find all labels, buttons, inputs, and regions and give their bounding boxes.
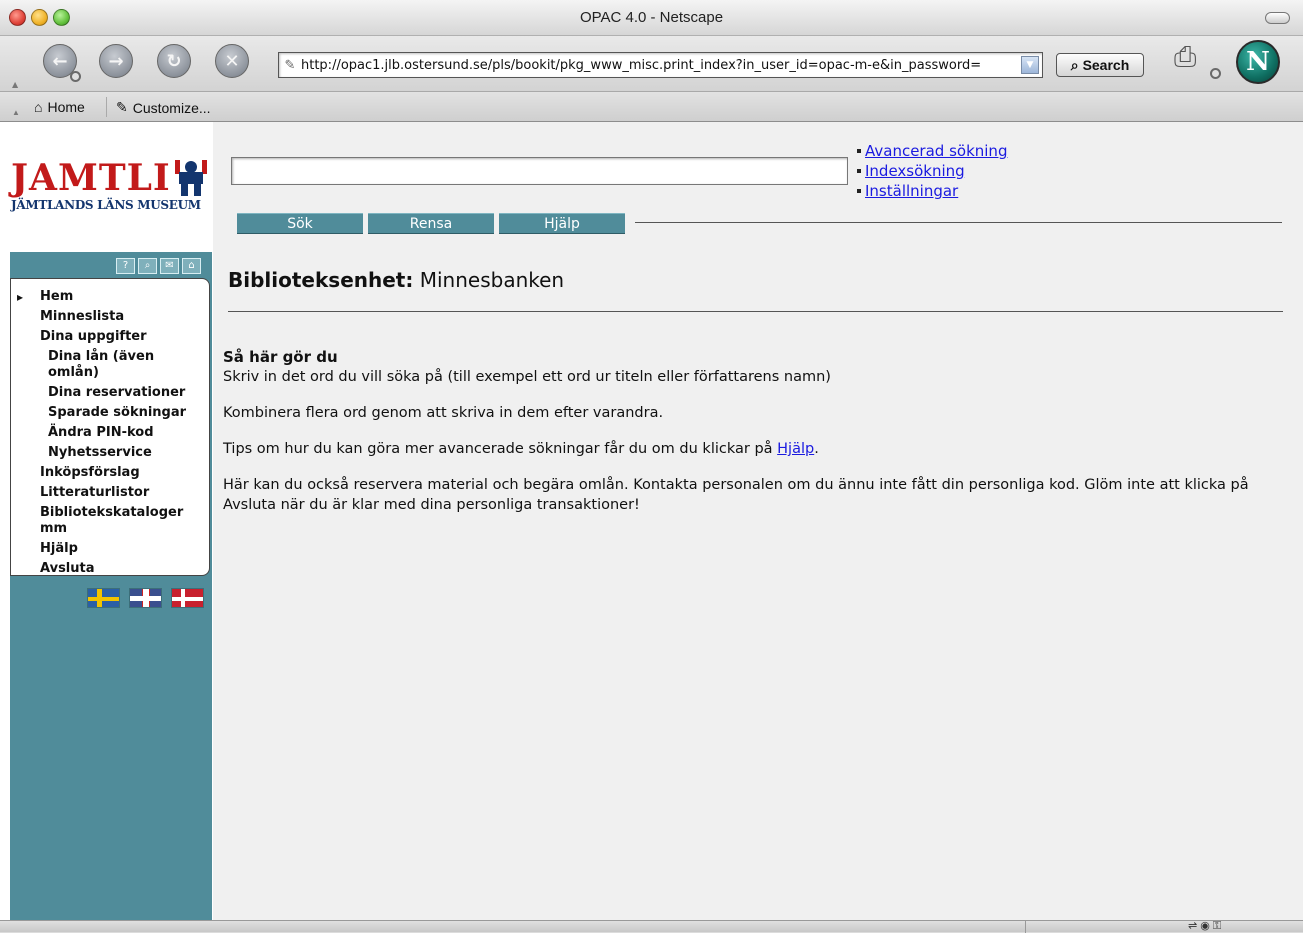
rensa-button[interactable]: Rensa xyxy=(368,213,494,234)
back-history-icon[interactable] xyxy=(70,71,81,82)
divider xyxy=(635,222,1282,223)
sidebar-item-avsluta[interactable]: Avsluta xyxy=(11,561,211,577)
collapse-personal-toolbar-icon[interactable]: ▲ xyxy=(12,108,20,117)
hjalp-button[interactable]: Hjälp xyxy=(499,213,625,234)
instructions-paragraph: Kombinera flera ord genom att skriva in … xyxy=(223,405,664,421)
home-icon: ⌂ xyxy=(34,99,43,115)
security-icon: ◉ xyxy=(1200,919,1213,932)
status-icons: ⇌◉⚿ xyxy=(1188,919,1224,933)
customize-icon: ✎ xyxy=(116,99,128,115)
sidebar-item-hjalp[interactable]: Hjälp xyxy=(11,541,211,557)
stop-button[interactable]: ✕ xyxy=(215,44,249,78)
forward-arrow-icon: → xyxy=(108,50,124,72)
left-column: JAMTLI JÄMTLANDS LÄNS MUSEUM ? ⌕ ✉ ⌂ ▸ H… xyxy=(0,122,213,920)
collapse-toolbar-icon[interactable]: ▲ xyxy=(12,80,18,89)
sidebar-item-hem[interactable]: Hem xyxy=(11,289,211,305)
connection-icon: ⇌ xyxy=(1188,919,1201,932)
page-proxy-icon: ✎ xyxy=(284,57,296,73)
lock-icon: ⚿ xyxy=(1212,919,1225,932)
instructions-paragraph: Här kan du också reservera material och … xyxy=(223,477,1249,513)
danish-flag-icon[interactable] xyxy=(171,588,204,608)
browser-window: OPAC 4.0 - Netscape ▲ ← → ↻ ✕ ✎ ▼ ⌕ Sear… xyxy=(0,0,1303,933)
language-flags xyxy=(87,588,204,608)
sok-button[interactable]: Sök xyxy=(237,213,363,234)
url-input[interactable] xyxy=(301,57,1021,73)
sidebar-item-andra-pin-kod[interactable]: Ändra PIN-kod xyxy=(11,425,211,441)
status-bar: ⇌◉⚿ xyxy=(0,919,1303,933)
magnifier-icon: ⌕ xyxy=(1070,56,1079,73)
page-title-value: Minnesbanken xyxy=(419,268,565,292)
index-search-link[interactable]: Indexsökning xyxy=(865,161,965,181)
jamtli-logo[interactable]: JAMTLI JÄMTLANDS LÄNS MUSEUM xyxy=(11,158,207,212)
netscape-logo-icon[interactable]: N xyxy=(1236,40,1280,84)
sidebar-menu: Hem Minneslista Dina uppgifter Dina lån … xyxy=(11,289,211,581)
instructions: Så här gör du Skriv in det ord du vill s… xyxy=(223,347,1293,531)
english-flag-icon[interactable] xyxy=(129,588,162,608)
sidebar-item-bibliotekskataloger[interactable]: Bibliotekskataloger mm xyxy=(11,505,183,537)
search-button[interactable]: ⌕ Search xyxy=(1056,53,1144,77)
home-bookmark[interactable]: ⌂ Home xyxy=(34,99,85,115)
title-bar: OPAC 4.0 - Netscape xyxy=(0,0,1303,36)
reload-button[interactable]: ↻ xyxy=(157,44,191,78)
sidebar-item-nyhetsservice[interactable]: Nyhetsservice xyxy=(11,445,211,461)
sidebar-item-dina-uppgifter[interactable]: Dina uppgifter xyxy=(11,329,211,345)
page-content: JAMTLI JÄMTLANDS LÄNS MUSEUM ? ⌕ ✉ ⌂ ▸ H… xyxy=(0,122,1303,920)
link-advanced-search-item: Avancerad sökning xyxy=(857,141,1007,161)
catalog-search-input[interactable] xyxy=(231,157,848,185)
stop-icon: ✕ xyxy=(224,50,240,72)
page-title-label: Biblioteksenhet: xyxy=(228,268,414,292)
sidebar-menu-box: Hem Minneslista Dina uppgifter Dina lån … xyxy=(10,278,210,576)
toolbar-separator xyxy=(106,97,107,117)
page-title: Biblioteksenhet: Minnesbanken xyxy=(228,268,564,292)
url-bar[interactable]: ✎ ▼ xyxy=(278,52,1043,78)
navigation-toolbar: ▲ ← → ↻ ✕ ✎ ▼ ⌕ Search ⎙ N xyxy=(0,36,1303,92)
link-settings-item: Inställningar xyxy=(857,181,1007,201)
search-icon[interactable]: ⌕ xyxy=(138,258,157,274)
search-links: Avancerad sökning Indexsökning Inställni… xyxy=(857,141,1007,201)
instructions-paragraph: Skriv in det ord du vill söka på (till e… xyxy=(223,369,831,385)
search-button-row: Sök Rensa Hjälp xyxy=(237,213,625,234)
help-link[interactable]: Hjälp xyxy=(777,441,814,457)
divider xyxy=(228,311,1283,312)
sidebar-item-dina-reservationer[interactable]: Dina reservationer xyxy=(11,385,211,401)
search-button-label: Search xyxy=(1082,57,1130,73)
logo-figure-icon xyxy=(175,160,207,196)
personal-toolbar: ▲ ⌂ Home ✎ Customize... xyxy=(0,92,1303,122)
customize-bookmark-label: Customize... xyxy=(132,99,211,116)
tips-text-end: . xyxy=(814,441,819,457)
logo-subtitle: JÄMTLANDS LÄNS MUSEUM xyxy=(11,198,201,212)
sidebar-item-inkopsforslag[interactable]: Inköpsförslag xyxy=(11,465,211,481)
print-menu-icon[interactable] xyxy=(1210,68,1221,79)
home-bookmark-label: Home xyxy=(47,99,85,115)
instructions-title: Så här gör du xyxy=(223,348,338,366)
mail-icon[interactable]: ✉ xyxy=(160,258,179,274)
sidebar-item-litteraturlistor[interactable]: Litteraturlistor xyxy=(11,485,211,501)
advanced-search-link[interactable]: Avancerad sökning xyxy=(865,141,1007,161)
window-title: OPAC 4.0 - Netscape xyxy=(579,9,724,26)
status-divider xyxy=(1025,921,1026,933)
main-area: Avancerad sökning Indexsökning Inställni… xyxy=(213,122,1303,920)
home-icon[interactable]: ⌂ xyxy=(182,258,201,274)
sidebar-item-minneslista[interactable]: Minneslista xyxy=(11,309,211,325)
url-history-dropdown-icon[interactable]: ▼ xyxy=(1021,56,1039,74)
swedish-flag-icon[interactable] xyxy=(87,588,120,608)
sidebar-item-sparade-sokningar[interactable]: Sparade sökningar xyxy=(11,405,211,421)
help-icon[interactable]: ? xyxy=(116,258,135,274)
instructions-paragraph: Tips om hur du kan göra mer avancerade s… xyxy=(223,439,1293,459)
reload-icon: ↻ xyxy=(166,50,182,72)
tips-text: Tips om hur du kan göra mer avancerade s… xyxy=(223,441,778,457)
toolbar-toggle-button[interactable] xyxy=(1265,12,1290,24)
forward-button[interactable]: → xyxy=(99,44,133,78)
link-index-search-item: Indexsökning xyxy=(857,161,1007,181)
sidebar-item-dina-lan[interactable]: Dina lån (även omlån) xyxy=(11,349,181,381)
customize-bookmark[interactable]: ✎ Customize... xyxy=(116,99,211,116)
print-icon[interactable]: ⎙ xyxy=(1174,40,1196,74)
back-arrow-icon: ← xyxy=(52,50,68,72)
settings-link[interactable]: Inställningar xyxy=(865,181,958,201)
sidebar-icon-strip: ? ⌕ ✉ ⌂ xyxy=(116,258,201,274)
